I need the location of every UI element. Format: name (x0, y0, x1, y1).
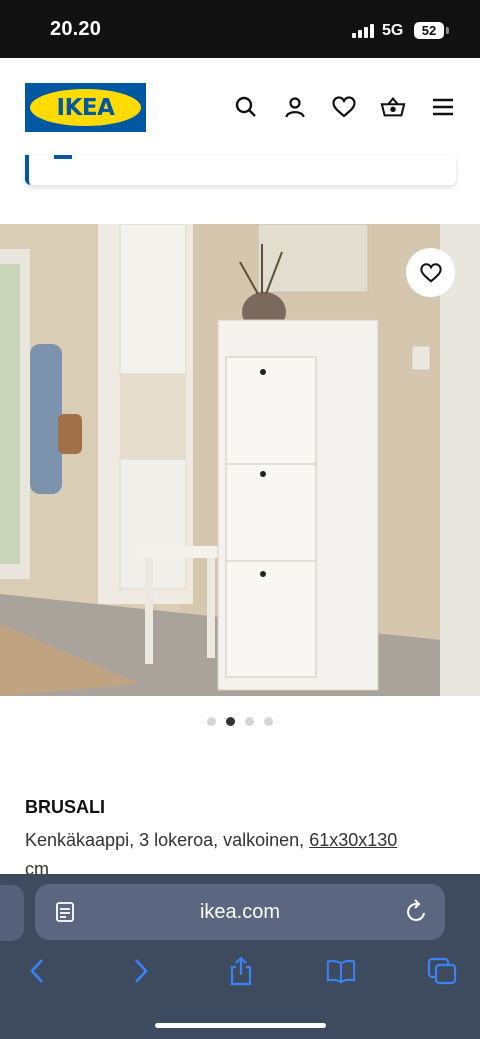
product-image[interactable] (0, 224, 480, 696)
battery-cap (446, 27, 449, 34)
previous-tab[interactable] (0, 885, 24, 941)
carousel-dot[interactable] (245, 717, 254, 726)
tabs-icon[interactable] (427, 956, 457, 986)
carousel-dot[interactable] (264, 717, 273, 726)
notice-card-mark (54, 155, 72, 159)
carousel-dots[interactable] (0, 717, 480, 726)
ikea-logo[interactable]: IKEA (25, 83, 146, 132)
product-size-link[interactable]: 61x30x130 (309, 830, 397, 850)
url-text: ikea.com (199, 901, 281, 923)
product-description-text: Kenkäkaappi, 3 lokeroa, valkoinen, (25, 830, 310, 850)
logo-text: IKEA (56, 94, 115, 121)
network-label: 5G (382, 22, 404, 39)
carousel-dot[interactable] (226, 717, 235, 726)
product-name: BRUSALI (25, 797, 105, 817)
heart-icon[interactable] (331, 94, 357, 120)
cart-icon[interactable] (380, 94, 406, 120)
address-bar[interactable]: ikea.com (35, 884, 445, 940)
favourite-button[interactable] (406, 248, 455, 297)
battery-icon: 52 (414, 22, 444, 39)
site-header: IKEA (0, 58, 480, 158)
heart-outline-icon (419, 262, 442, 283)
carousel-dot[interactable] (207, 717, 216, 726)
search-icon[interactable] (233, 94, 259, 120)
status-time: 20.20 (50, 18, 102, 40)
share-icon[interactable] (226, 956, 256, 986)
browser-toolbar: ikea.com (0, 874, 480, 1039)
notice-card[interactable] (25, 155, 456, 185)
status-bar: 20.20 5G 52 (0, 0, 480, 58)
account-icon[interactable] (282, 94, 308, 120)
bookmarks-icon[interactable] (326, 956, 356, 986)
forward-icon[interactable] (126, 956, 156, 986)
menu-icon[interactable] (430, 94, 456, 120)
back-icon[interactable] (22, 956, 52, 986)
home-indicator (155, 1023, 326, 1028)
reload-icon[interactable] (406, 899, 428, 928)
logo-oval: IKEA (30, 89, 141, 126)
signal-icon (352, 24, 374, 38)
